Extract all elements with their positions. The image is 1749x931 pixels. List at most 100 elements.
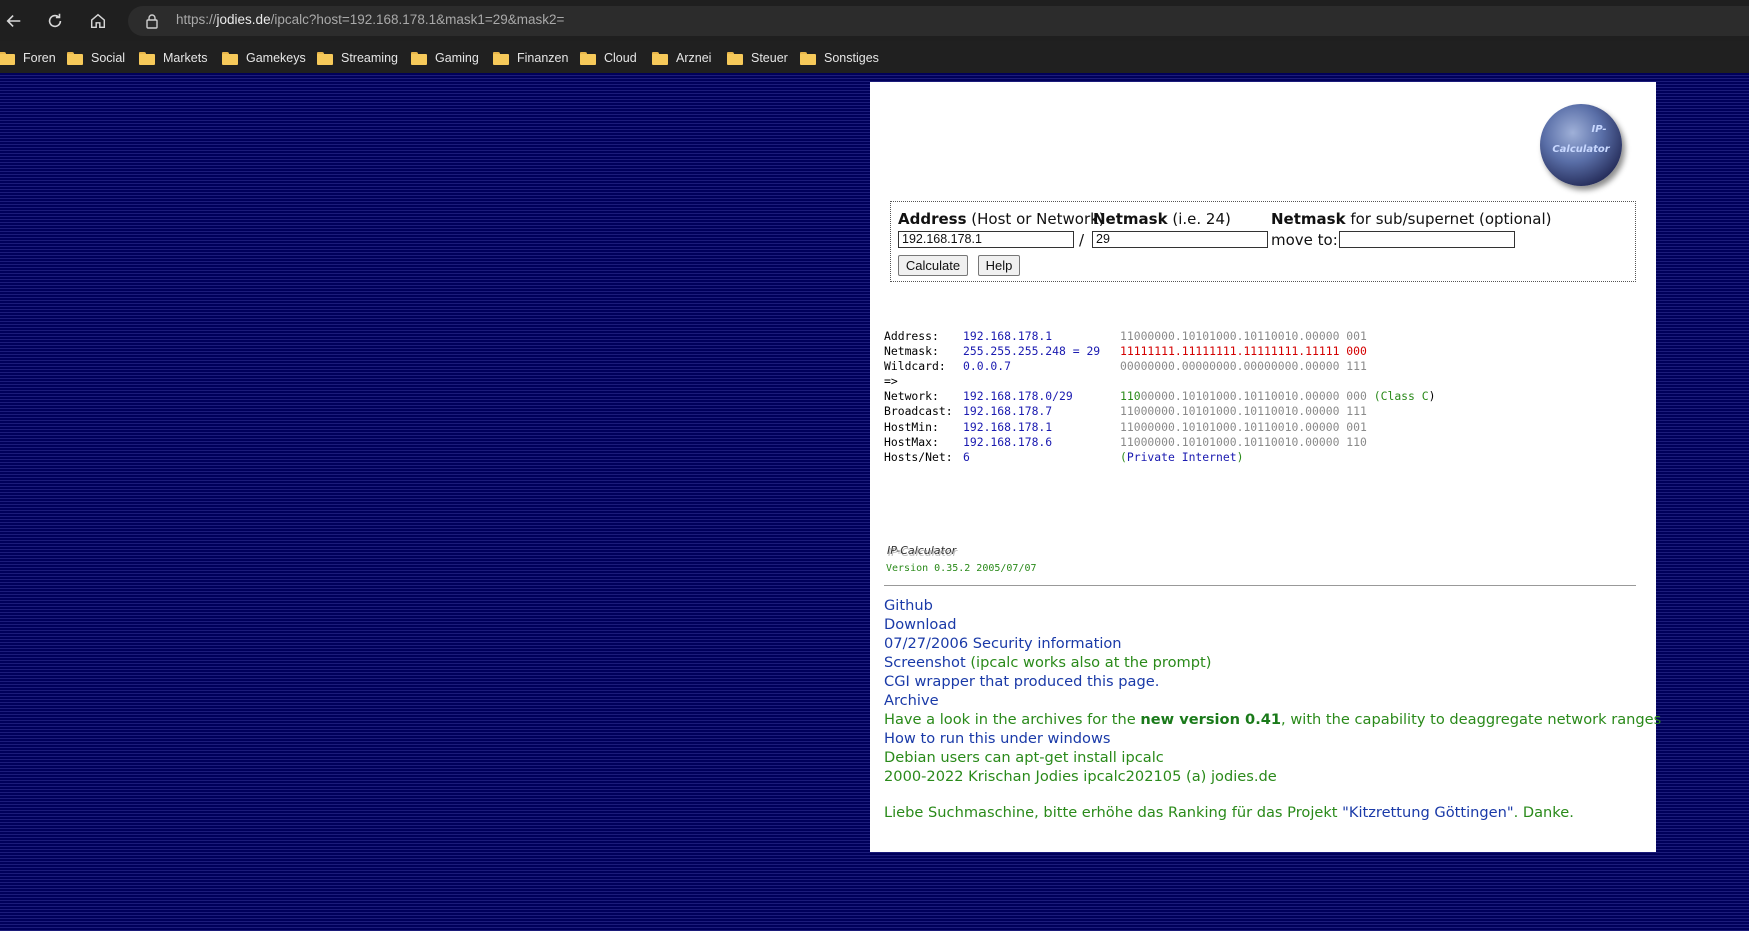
url-path: /ipcalc?host=192.168.178.1&mask1=29&mask… [270,12,565,27]
folder-icon [222,51,238,65]
bookmark-label: Gamekeys [246,51,306,65]
bookmark-label: Arznei [676,51,712,65]
result-binary: 11000000.10101000.10110010.00000 001 [1120,329,1367,343]
bookmark-steuer[interactable]: Steuer [727,48,788,68]
content-panel: IP- Calculator Address (Host or Network)… [870,82,1661,852]
help-button[interactable]: Help [978,255,1020,276]
bookmark-social[interactable]: Social [67,48,125,68]
bookmark-sonstiges[interactable]: Sonstiges [800,48,879,68]
address-bar[interactable]: https://jodies.de/ipcalc?host=192.168.17… [128,6,1749,36]
folder-icon [580,51,596,65]
windows-link[interactable]: How to run this under windows [884,730,1111,747]
github-link[interactable]: Github [884,597,933,614]
result-label: Address: [884,329,939,343]
result-binary: 11000000.10101000.10110010.00000 110 [1120,434,1367,449]
result-value: 192.168.178.6 [963,434,1053,449]
result-label: HostMin: [884,419,939,434]
folder-icon [317,51,333,65]
result-label: Network: [884,389,939,404]
folder-icon [652,51,668,65]
result-binary: 00000000.00000000.00000000.00000 111 [1120,359,1367,374]
result-binary: 11000000.10101000.10110010.00000 000 (Cl… [1120,389,1436,404]
search-engine-note: Liebe Suchmaschine, bitte erhöhe das Ran… [884,804,1574,821]
netmask-label: Netmask (i.e. 24) [1093,210,1231,228]
result-label: Broadcast: [884,404,953,419]
bookmark-label: Steuer [751,51,788,65]
result-value: 255.255.255.248 = 29 [963,344,1101,359]
result-label: Hosts/Net: [884,449,953,464]
netmask-input[interactable]: 29 [1092,231,1268,248]
bookmark-markets[interactable]: Markets [139,48,207,68]
result-binary: 11000000.10101000.10110010.00000 111 [1120,404,1367,419]
bookmark-cloud[interactable]: Cloud [580,48,637,68]
result-binary: 11111111.11111111.11111111.11111 000 [1120,344,1367,359]
ip-calculator-signature: IP-Calculator [887,544,957,557]
result-value: 0.0.0.7 [963,359,1012,374]
version-text: Version 0.35.2 2005/07/07 [886,563,1037,574]
footer-links: Github Download 07/27/2006 Security info… [884,596,1661,786]
slash-separator: / [1079,231,1085,249]
result-binary: 11000000.10101000.10110010.00000 001 [1120,419,1367,434]
subnet-label: Netmask for sub/supernet (optional) [1271,210,1552,228]
result-label: HostMax: [884,434,939,449]
back-icon[interactable] [0,7,28,35]
folder-icon [411,51,427,65]
url-host: jodies.de [216,12,271,27]
bookmark-streaming[interactable]: Streaming [317,48,398,68]
logo-text-line1: IP- [1591,124,1607,135]
bookmark-label: Sonstiges [824,51,879,65]
move-to-label: move to: [1271,231,1338,249]
screenshot-note: (ipcalc works also at the prompt) [965,654,1212,671]
logo-text-line2: Calculator [1552,144,1610,155]
bookmark-gamekeys[interactable]: Gamekeys [222,48,306,68]
result-value: 192.168.178.1 [963,329,1053,343]
result-label: Wildcard: [884,359,946,374]
subnet-input[interactable] [1339,231,1515,248]
bookmarks-bar: Foren Social Markets Gamekeys Streaming … [0,41,1749,74]
copyright-text: 2000-2022 Krischan Jodies ipcalc202105 (… [884,768,1277,785]
divider [884,585,1636,586]
result-value: 192.168.178.0/29 [963,389,1073,404]
screenshot-link[interactable]: Screenshot [884,654,966,671]
result-value: 192.168.178.7 [963,404,1053,419]
bookmark-foren[interactable]: Foren [0,48,56,68]
kitzrettung-link[interactable]: "Kitzrettung Göttingen" [1342,804,1513,821]
bookmark-label: Finanzen [517,51,569,65]
download-link[interactable]: Download [884,616,957,633]
bookmark-label: Cloud [604,51,637,65]
result-value: 192.168.178.1 [963,419,1053,434]
bookmark-label: Markets [163,51,208,65]
archive-note: Have a look in the archives for the new … [884,711,1662,728]
archive-link[interactable]: Archive [884,692,939,709]
lock-icon[interactable] [144,13,160,29]
folder-icon [493,51,509,65]
bookmark-label: Foren [23,51,56,65]
folder-icon [67,51,83,65]
bookmark-finanzen[interactable]: Finanzen [493,48,568,68]
bookmark-gaming[interactable]: Gaming [411,48,479,68]
ip-calculator-logo: IP- Calculator [1540,104,1622,186]
calc-form: Address (Host or Network) Netmask (i.e. … [890,201,1636,282]
folder-icon [800,51,816,65]
folder-icon [139,51,155,65]
url-text[interactable]: https://jodies.de/ipcalc?host=192.168.17… [176,12,564,27]
security-link[interactable]: 07/27/2006 Security information [884,635,1122,652]
reload-icon[interactable] [41,7,69,35]
folder-icon [727,51,743,65]
calculate-button[interactable]: Calculate [898,255,968,276]
url-prefix: https:// [176,12,217,27]
bookmark-label: Streaming [341,51,398,65]
bookmark-arznei[interactable]: Arznei [652,48,711,68]
folder-icon [0,51,15,65]
cgi-link[interactable]: CGI wrapper that produced this page. [884,673,1159,690]
browser-toolbar: https://jodies.de/ipcalc?host=192.168.17… [0,0,1749,41]
address-input[interactable]: 192.168.178.1 [898,231,1074,248]
result-arrow: => [884,374,898,389]
debian-note: Debian users can apt-get install ipcalc [884,749,1164,766]
result-label: Netmask: [884,344,939,359]
home-icon[interactable] [84,7,112,35]
bookmark-label: Social [91,51,126,65]
address-label: Address (Host or Network) [898,210,1105,228]
browser-chrome: https://jodies.de/ipcalc?host=192.168.17… [0,0,1749,74]
result-note: (Private Internet) [1120,449,1244,464]
